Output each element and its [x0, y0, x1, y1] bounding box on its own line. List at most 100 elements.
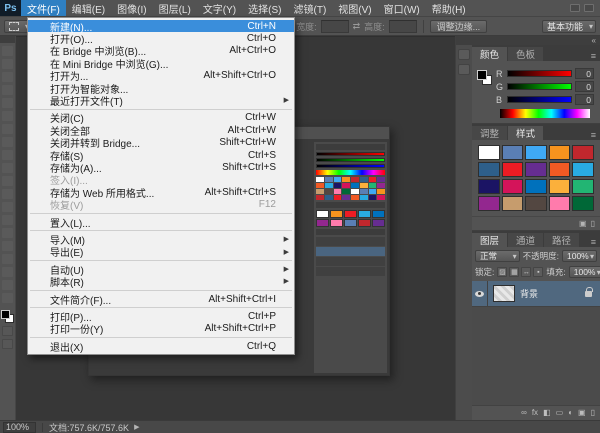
panel-menu-icon[interactable] — [587, 51, 600, 61]
styles-panel-tab-1[interactable]: 样式 — [508, 126, 543, 140]
menubar-item-7[interactable]: 视图(V) — [332, 0, 377, 16]
toolbar-header[interactable] — [0, 36, 15, 43]
layer-mask-icon[interactable]: ◧ — [543, 408, 551, 418]
file-menu-item-30[interactable]: 退出(X)Ctrl+Q — [28, 340, 294, 352]
slider-value-field[interactable]: 0 — [575, 68, 594, 79]
new-layer-icon[interactable]: ▣ — [578, 408, 586, 418]
lock-transparency-icon[interactable]: ▨ — [497, 267, 507, 277]
file-menu-item-28[interactable]: 打印一份(Y)Alt+Shift+Ctrl+P — [28, 323, 294, 335]
style-swatch-16[interactable] — [502, 196, 524, 211]
tool-gradient-icon[interactable] — [2, 189, 13, 199]
menubar-item-4[interactable]: 文字(Y) — [197, 0, 242, 16]
tool-move-icon[interactable] — [2, 46, 13, 56]
panel-menu-icon[interactable] — [587, 130, 600, 140]
style-swatch-9[interactable] — [572, 162, 594, 177]
color-panel-tab-1[interactable]: 色板 — [508, 47, 543, 61]
style-swatch-6[interactable] — [502, 162, 524, 177]
slider-value-field[interactable]: 0 — [575, 81, 594, 92]
menubar-item-6[interactable]: 滤镜(T) — [288, 0, 333, 16]
lock-pixels-icon[interactable]: ▦ — [509, 267, 519, 277]
collapse-dock-icon[interactable] — [592, 37, 596, 45]
tool-crop-icon[interactable] — [2, 98, 13, 108]
tool-clone-stamp-icon[interactable] — [2, 150, 13, 160]
dock-header[interactable] — [472, 36, 600, 45]
style-swatch-19[interactable] — [572, 196, 594, 211]
fill-dropdown[interactable]: 100% — [569, 266, 600, 278]
tool-spot-heal-icon[interactable] — [2, 124, 13, 134]
style-swatch-7[interactable] — [525, 162, 547, 177]
style-swatch-14[interactable] — [572, 179, 594, 194]
tool-lasso-icon[interactable] — [2, 72, 13, 82]
titlebar-small-icon-2[interactable] — [584, 4, 594, 12]
tool-eraser-icon[interactable] — [2, 176, 13, 186]
tool-blur-icon[interactable] — [2, 202, 13, 212]
menubar-item-2[interactable]: 图像(I) — [111, 0, 152, 16]
properties-icon[interactable] — [458, 64, 470, 75]
panel-foreground-swatch[interactable] — [477, 70, 487, 80]
style-swatch-12[interactable] — [525, 179, 547, 194]
layers-panel-tab-0[interactable]: 图层 — [472, 233, 507, 247]
tool-zoom-icon[interactable] — [2, 293, 13, 303]
tool-dodge-icon[interactable] — [2, 215, 13, 225]
file-menu-item-23[interactable]: 脚本(R) — [28, 275, 294, 287]
file-menu-item-17[interactable]: 置入(L)... — [28, 216, 294, 228]
menubar-item-0[interactable]: 文件(F) — [21, 0, 66, 16]
layer-row[interactable]: 背景 — [472, 281, 600, 307]
lock-position-icon[interactable]: ↔ — [521, 267, 531, 277]
style-swatch-1[interactable] — [502, 145, 524, 160]
workspace-dropdown[interactable]: 基本功能 — [542, 20, 596, 33]
new-style-icon[interactable]: ▣ — [579, 219, 587, 229]
quick-mask-icon[interactable] — [2, 326, 13, 336]
style-swatch-18[interactable] — [549, 196, 571, 211]
file-menu-item-6[interactable]: 最近打开文件(T) — [28, 94, 294, 106]
screen-mode-icon[interactable] — [2, 339, 13, 349]
style-swatch-8[interactable] — [549, 162, 571, 177]
tool-rect-marquee-icon[interactable] — [2, 59, 13, 69]
tool-type-icon[interactable] — [2, 241, 13, 251]
delete-layer-icon[interactable]: ▯ — [591, 408, 595, 418]
style-swatch-2[interactable] — [525, 145, 547, 160]
fx-icon[interactable]: fx — [532, 408, 538, 418]
style-swatch-0[interactable] — [478, 145, 500, 160]
file-menu-item-25[interactable]: 文件简介(F)...Alt+Shift+Ctrl+I — [28, 293, 294, 305]
color-spectrum-ramp[interactable] — [500, 109, 590, 118]
slider-track-g[interactable] — [507, 83, 572, 90]
zoom-level-field[interactable]: 100% — [3, 422, 36, 433]
menubar-item-5[interactable]: 选择(S) — [242, 0, 287, 16]
refine-edge-button[interactable]: 调整边缘... — [430, 20, 488, 33]
style-swatch-15[interactable] — [478, 196, 500, 211]
panel-foreground-background-swatch[interactable] — [477, 70, 492, 85]
tool-pen-icon[interactable] — [2, 228, 13, 238]
status-options-arrow-icon[interactable] — [134, 423, 139, 431]
style-swatch-10[interactable] — [478, 179, 500, 194]
styles-panel-tab-0[interactable]: 调整 — [472, 126, 507, 140]
style-swatch-13[interactable] — [549, 179, 571, 194]
color-panel-tab-0[interactable]: 颜色 — [472, 47, 507, 61]
style-swatch-3[interactable] — [549, 145, 571, 160]
tool-hand-icon[interactable] — [2, 280, 13, 290]
style-swatch-5[interactable] — [478, 162, 500, 177]
history-icon[interactable] — [458, 49, 470, 60]
titlebar-small-icon-1[interactable] — [570, 4, 580, 12]
slider-track-b[interactable] — [507, 96, 572, 103]
style-swatch-11[interactable] — [502, 179, 524, 194]
layers-panel-tab-1[interactable]: 通道 — [508, 233, 543, 247]
tool-eyedropper-icon[interactable] — [2, 111, 13, 121]
slider-track-r[interactable] — [507, 70, 572, 77]
tool-rect-shape-icon[interactable] — [2, 267, 13, 277]
layers-panel-tab-2[interactable]: 路径 — [544, 233, 579, 247]
menubar-item-1[interactable]: 编辑(E) — [66, 0, 111, 16]
style-swatch-17[interactable] — [525, 196, 547, 211]
style-swatch-4[interactable] — [572, 145, 594, 160]
dock-strip-header[interactable] — [456, 36, 472, 45]
layer-name[interactable]: 背景 — [520, 287, 538, 300]
file-menu-item-20[interactable]: 导出(E) — [28, 246, 294, 258]
tool-quick-select-icon[interactable] — [2, 85, 13, 95]
delete-style-icon[interactable]: ▯ — [591, 219, 595, 229]
foreground-color-swatch[interactable] — [1, 310, 10, 319]
layer-thumbnail[interactable] — [493, 285, 515, 302]
menubar-item-9[interactable]: 帮助(H) — [426, 0, 472, 16]
layer-visibility-toggle[interactable] — [472, 281, 488, 306]
tool-brush-icon[interactable] — [2, 137, 13, 147]
tool-history-brush-icon[interactable] — [2, 163, 13, 173]
